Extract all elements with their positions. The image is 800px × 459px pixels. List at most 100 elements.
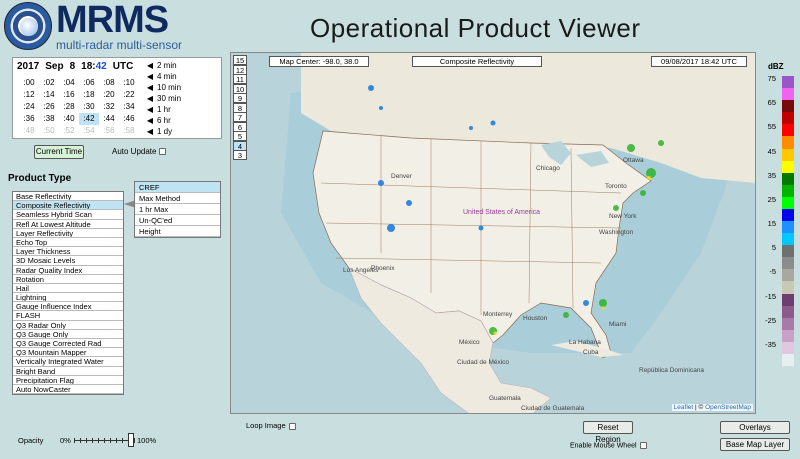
zoom-level-option[interactable]: 3 xyxy=(233,150,247,160)
auto-update-checkbox[interactable] xyxy=(159,148,167,156)
loop-image-toggle[interactable]: Loop Image xyxy=(246,421,296,430)
zoom-level-option[interactable]: 12 xyxy=(233,64,247,75)
minute-option[interactable]: :26 xyxy=(39,101,59,113)
minute-option[interactable]: :00 xyxy=(19,77,39,89)
product-item[interactable]: 3D Mosaic Levels xyxy=(13,256,123,266)
minute-option[interactable]: :06 xyxy=(79,77,99,89)
mouse-wheel-toggle[interactable]: Enable Mouse Wheel xyxy=(570,442,647,449)
product-subitem[interactable]: Max Method xyxy=(135,193,220,204)
product-item[interactable]: Q3 Radar Only xyxy=(13,321,123,330)
product-item[interactable]: Radar Quality Index xyxy=(13,266,123,275)
product-item[interactable]: FLASH xyxy=(13,311,123,321)
product-item[interactable]: Bright Band xyxy=(13,367,123,376)
current-time-button[interactable]: Current Time xyxy=(34,145,84,159)
product-item[interactable]: Hail xyxy=(13,284,123,294)
product-item[interactable]: Gauge Influence Index xyxy=(13,302,123,312)
zoom-level-option[interactable]: 5 xyxy=(233,131,247,141)
minute-option[interactable]: :40 xyxy=(59,113,79,125)
zoom-level-option[interactable]: 9 xyxy=(233,93,247,103)
opacity-slider-thumb[interactable] xyxy=(128,433,134,447)
osm-link[interactable]: OpenStreetMap xyxy=(705,404,751,411)
leaflet-link[interactable]: Leaflet xyxy=(674,404,694,411)
legend-color-swatch xyxy=(782,208,794,222)
minute-option[interactable]: :04 xyxy=(59,77,79,89)
city-label: Phoenix xyxy=(371,265,395,272)
product-subitem[interactable]: 1 hr Max xyxy=(135,204,220,215)
product-item[interactable]: Vertically Integrated Water xyxy=(13,357,123,367)
base-map-layer-button[interactable]: Base Map Layer xyxy=(720,438,790,451)
zoom-level-option[interactable]: 7 xyxy=(233,112,247,122)
minute-option[interactable]: :02 xyxy=(39,77,59,89)
zoom-level-option[interactable]: 6 xyxy=(233,121,247,132)
product-item[interactable]: Layer Reflectivity xyxy=(13,229,123,238)
product-item[interactable]: Rotation xyxy=(13,275,123,284)
month-value[interactable]: Sep xyxy=(45,61,63,72)
map-attribution: Leaflet | © OpenStreetMap xyxy=(671,404,753,411)
legend-value-label: -5 xyxy=(769,267,776,277)
minute-option[interactable]: :44 xyxy=(99,113,119,125)
product-item[interactable]: Q3 Mountain Mapper xyxy=(13,348,123,358)
minute-option[interactable]: :50 xyxy=(39,125,59,137)
product-item[interactable]: Lightning xyxy=(13,293,123,303)
minute-option[interactable]: :14 xyxy=(39,89,59,101)
minute-option[interactable]: :38 xyxy=(39,113,59,125)
mouse-wheel-checkbox[interactable] xyxy=(639,442,647,449)
step-label: 1 hr xyxy=(157,105,171,114)
minute-option[interactable]: :16 xyxy=(59,89,79,101)
radar-map[interactable]: Ottawa Toronto New York Washington Chicago De… xyxy=(230,52,756,414)
zoom-level-option[interactable]: 11 xyxy=(233,74,247,84)
product-subitem[interactable]: Height xyxy=(135,226,220,237)
step-label: 10 min xyxy=(157,83,182,92)
minute-value[interactable]: 42 xyxy=(96,61,107,72)
opacity-tick xyxy=(98,438,99,443)
legend-color-swatch xyxy=(782,329,794,343)
product-subitem[interactable]: CREF xyxy=(135,182,220,193)
step-back-icon[interactable]: ◀ xyxy=(143,126,157,138)
minute-option[interactable]: :20 xyxy=(99,89,119,101)
minute-option[interactable]: :42 xyxy=(79,113,99,125)
minute-option[interactable]: :28 xyxy=(59,101,79,113)
minute-option[interactable]: :36 xyxy=(19,113,39,125)
minute-option[interactable]: :18 xyxy=(79,89,99,101)
zoom-level-option[interactable]: 15 xyxy=(233,55,247,65)
product-item[interactable]: Q3 Gauge Only xyxy=(13,330,123,339)
minute-option[interactable]: :52 xyxy=(59,125,79,137)
product-item[interactable]: Base Reflectivity xyxy=(13,192,123,202)
legend-value-label: 15 xyxy=(767,219,776,228)
minute-option[interactable]: :30 xyxy=(79,101,99,113)
minute-option[interactable]: :24 xyxy=(19,101,39,113)
zoom-level-option[interactable]: 10 xyxy=(233,83,247,94)
minute-option[interactable]: :32 xyxy=(99,101,119,113)
minute-option[interactable]: :22 xyxy=(119,89,139,101)
year-value[interactable]: 2017 xyxy=(17,61,39,72)
minute-option[interactable]: :12 xyxy=(19,89,39,101)
minute-option[interactable]: :54 xyxy=(79,125,99,137)
day-value[interactable]: 8 xyxy=(70,61,76,72)
opacity-slider-track[interactable] xyxy=(74,438,135,443)
step-label: 1 dy xyxy=(157,127,173,136)
overlays-button[interactable]: Overlays xyxy=(720,421,790,434)
loop-image-checkbox[interactable] xyxy=(288,422,296,430)
product-item[interactable]: Echo Top xyxy=(13,238,123,248)
minute-option[interactable]: :46 xyxy=(119,113,139,125)
product-item[interactable]: Seamless Hybrid Scan xyxy=(13,210,123,220)
minute-option[interactable]: :10 xyxy=(119,77,139,89)
product-item[interactable]: Layer Thickness xyxy=(13,247,123,257)
legend-color-swatch xyxy=(782,88,794,101)
auto-update-toggle[interactable]: Auto Update xyxy=(112,146,167,158)
minute-option[interactable]: :08 xyxy=(99,77,119,89)
zoom-level-option[interactable]: 8 xyxy=(233,102,247,113)
hour-value[interactable]: 18: xyxy=(81,61,95,72)
product-item[interactable]: Auto NowCaster xyxy=(13,385,123,395)
zoom-level-option[interactable]: 4 xyxy=(233,140,247,151)
minute-option[interactable]: :56 xyxy=(99,125,119,137)
product-item[interactable]: Q3 Gauge Corrected Rad xyxy=(13,339,123,349)
minute-option[interactable]: :48 xyxy=(19,125,39,137)
minute-option[interactable]: :58 xyxy=(119,125,139,137)
product-subitem[interactable]: Un-QC'ed xyxy=(135,215,220,226)
reset-region-button[interactable]: Reset Region xyxy=(583,421,633,444)
product-item[interactable]: Composite Reflectivity xyxy=(13,201,123,211)
product-item[interactable]: Refl At Lowest Altitude xyxy=(13,220,123,229)
product-item[interactable]: Precipitation Flag xyxy=(13,376,123,385)
minute-option[interactable]: :34 xyxy=(119,101,139,113)
